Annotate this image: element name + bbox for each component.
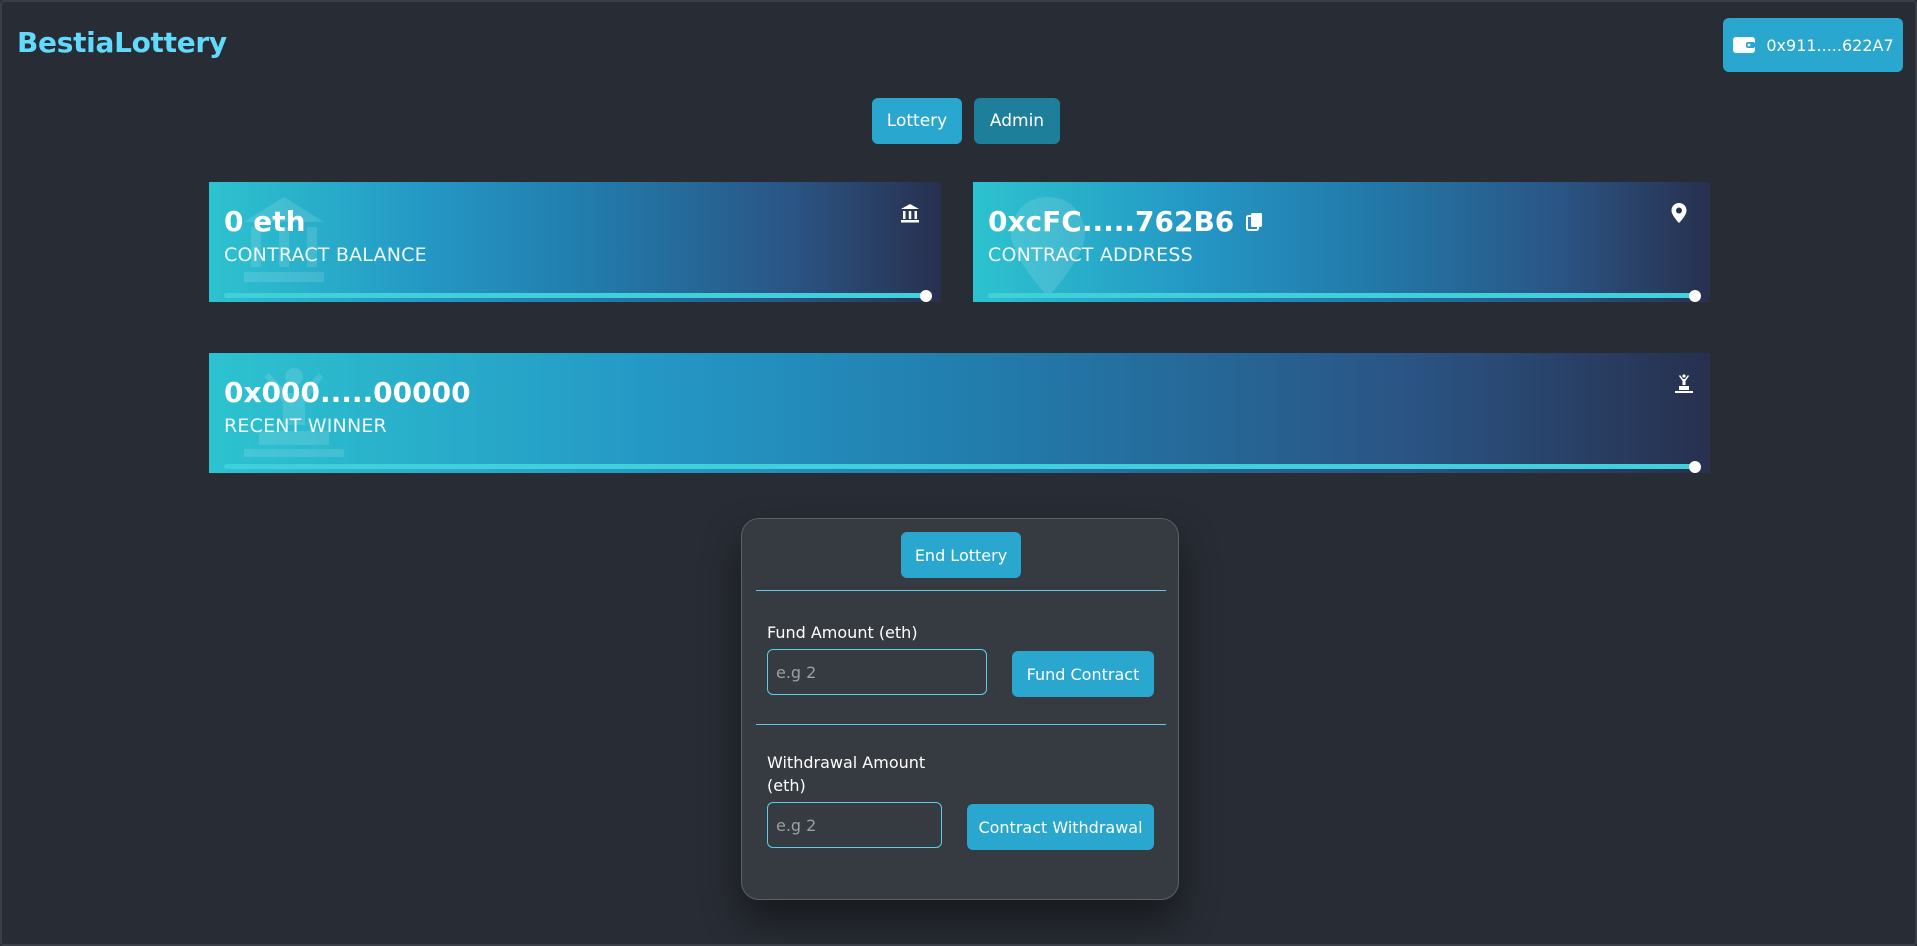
contract-balance-progress <box>224 289 932 302</box>
progress-handle <box>1689 460 1701 473</box>
progress-handle <box>920 289 932 302</box>
tab-lottery[interactable]: Lottery <box>872 98 962 144</box>
copy-icon[interactable] <box>1246 212 1264 232</box>
map-pin-icon <box>1671 203 1687 223</box>
brand-logo[interactable]: BestiaLottery <box>17 26 227 59</box>
panel-divider <box>756 724 1166 725</box>
contract-address-value: 0xcFC.....762B6 <box>988 205 1264 238</box>
contract-balance-card: 0 eth CONTRACT BALANCE <box>209 182 941 302</box>
withdrawal-amount-label: Withdrawal Amount (eth) <box>767 753 926 795</box>
wallet-address: 0x911.....622A7 <box>1766 35 1894 55</box>
progress-handle <box>1689 289 1701 302</box>
fund-contract-button[interactable]: Fund Contract <box>1012 651 1154 697</box>
recent-winner-label: RECENT WINNER <box>224 415 387 437</box>
tab-admin[interactable]: Admin <box>974 98 1060 144</box>
end-lottery-button[interactable]: End Lottery <box>901 532 1021 578</box>
admin-panel: End Lottery Fund Amount (eth) Fund Contr… <box>741 518 1179 900</box>
bank-icon <box>901 204 919 223</box>
recent-winner-value: 0x000.....00000 <box>224 376 471 409</box>
wallet-icon <box>1733 37 1756 53</box>
recent-winner-progress <box>224 460 1701 473</box>
fund-amount-input[interactable] <box>767 649 987 695</box>
wallet-connect-button[interactable]: 0x911.....622A7 <box>1723 18 1903 72</box>
recent-winner-card: 0x000.....00000 RECENT WINNER <box>209 353 1710 473</box>
contract-withdrawal-button[interactable]: Contract Withdrawal <box>967 804 1154 850</box>
main-nav: Lottery Admin <box>872 98 1060 144</box>
contract-address-progress <box>988 289 1701 302</box>
contract-address-card: 0xcFC.....762B6 CONTRACT ADDRESS <box>973 182 1710 302</box>
panel-divider <box>756 590 1166 591</box>
winner-podium-icon <box>1675 374 1693 393</box>
contract-balance-label: CONTRACT BALANCE <box>224 244 427 266</box>
contract-address-label: CONTRACT ADDRESS <box>988 244 1193 266</box>
withdrawal-amount-input[interactable] <box>767 802 942 848</box>
contract-balance-value: 0 eth <box>224 205 306 238</box>
fund-amount-label: Fund Amount (eth) <box>767 623 918 642</box>
app-window: BestiaLottery 0x911.....622A7 Lottery Ad… <box>0 0 1917 946</box>
